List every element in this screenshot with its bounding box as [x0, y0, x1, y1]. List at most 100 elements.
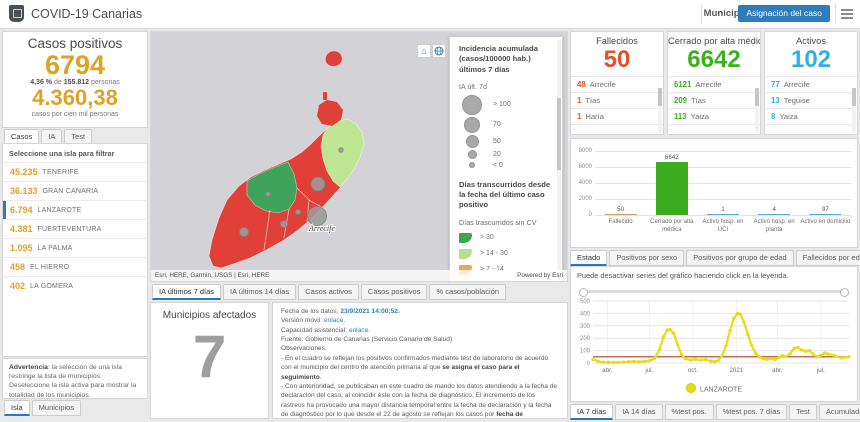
island-list-item[interactable]: 45.235 TENERIFE: [3, 162, 147, 181]
status-card-list[interactable]: 48 Arrecife 1 Tías 1 Haría: [571, 75, 663, 125]
slider-handle-right[interactable]: [840, 288, 849, 297]
tab-estado-1[interactable]: Positivos por sexo: [609, 250, 685, 266]
scrollbar-thumb[interactable]: [658, 88, 662, 106]
tab-estado-2[interactable]: Positivos por grupo de edad: [686, 250, 794, 266]
island-list-card: Seleccione una isla para filtrar 45.235 T…: [2, 143, 148, 357]
time-range-slider[interactable]: [579, 288, 849, 297]
affected-municipalities-card: Municipios afectados 7: [150, 302, 269, 419]
globe-icon: [434, 46, 444, 56]
note-line: Observaciones:: [281, 345, 327, 353]
island-list-item[interactable]: 402 LA GOMERA: [3, 276, 147, 295]
series-point: [807, 348, 812, 353]
status-list-row: 209 Tías: [668, 93, 760, 109]
estado-bar-chart-card: 0 2000 4000 6000 8000 50 Fallecido 6642 Cerrado …: [570, 138, 858, 248]
island-cases: 1.095: [10, 243, 33, 253]
legend-scrollbar[interactable]: [557, 40, 561, 281]
series-point: [769, 356, 773, 361]
tab-ia-0[interactable]: IA 7 días: [570, 404, 614, 420]
series-name: LANZAROTE: [699, 386, 742, 394]
island-list-item[interactable]: 458 EL HIERRO: [3, 257, 147, 276]
positive-cases-title: Casos positivos: [27, 36, 123, 51]
positive-cases-total: 6794: [44, 50, 106, 80]
series-point: [750, 343, 754, 348]
ia-line-chart-card: Puede desactivar series del gráfico haci…: [570, 266, 858, 402]
note-link[interactable]: enlace: [324, 317, 343, 324]
data-notes-card: Fecha de los datos: 23/9/2021 14:00:52. V…: [272, 302, 568, 419]
series-point: [839, 356, 844, 360]
island-list-item[interactable]: 6.794 LANZAROTE: [3, 200, 147, 219]
tab-ia-2[interactable]: %test pos.: [664, 404, 714, 420]
series-point: [616, 360, 621, 365]
status-card-list[interactable]: 6121 Arrecife 209 Tías 113 Yaiza: [668, 75, 760, 125]
row-value: 113: [674, 111, 687, 121]
affected-value: 7: [192, 323, 227, 390]
bar-gridline: [595, 199, 851, 200]
tab-map-3[interactable]: Casos positivos: [360, 284, 428, 300]
tab-ia-1[interactable]: IA 14 días: [615, 404, 663, 420]
tab-isla-1[interactable]: Municipios: [31, 400, 82, 416]
tab-ia-4[interactable]: Test: [789, 404, 817, 420]
series-point: [761, 357, 765, 361]
status-list-row: 1 Tías: [571, 93, 663, 109]
bar-0[interactable]: [604, 213, 637, 215]
series-point: [724, 343, 728, 348]
status-card: Activos 102 77 Arrecife 13 Teguise 8 Yaiza: [764, 31, 858, 135]
bar-gridline: [595, 183, 851, 184]
tab-estado-3[interactable]: Fallecidos por edad y sexo: [795, 250, 860, 266]
line-ytick-label: 0: [587, 361, 591, 367]
tab-map-4[interactable]: % casos/población: [429, 284, 506, 300]
island-filter-hint: Seleccione una isla para filtrar: [9, 149, 115, 158]
line-xtick-label: abr.: [602, 367, 613, 374]
tab-map-1[interactable]: IA últimos 14 días: [223, 284, 297, 300]
tab-ia-3[interactable]: %test pos. 7 días: [715, 404, 788, 420]
basemap-button[interactable]: [432, 44, 446, 58]
app-title: COVID-19 Canarias: [31, 7, 143, 21]
ia-line-chart: 0 100 200 300 400 500 abr. jul. oct. 2021 abr. jul.: [580, 299, 851, 374]
tab-ia-5[interactable]: Acumulado: [818, 404, 860, 420]
series-point: [709, 359, 713, 363]
card-scrollbar[interactable]: [755, 88, 759, 132]
series-point: [652, 356, 657, 361]
series-point: [622, 360, 626, 364]
island-list-item[interactable]: 4.381 FUERTEVENTURA: [3, 219, 147, 238]
island-list-item[interactable]: 1.095 LA PALMA: [3, 238, 147, 257]
map-panel[interactable]: Arrecife ⌂ Incidencia acumulada (casos/1…: [150, 31, 568, 282]
scrollbar-thumb[interactable]: [755, 88, 759, 106]
bar-gridline: [595, 215, 851, 216]
assign-case-button[interactable]: Asignación del caso: [738, 5, 830, 22]
legend-circle: [465, 134, 479, 148]
series-point: [738, 312, 742, 316]
bar-2[interactable]: [707, 213, 739, 215]
note-line: Versión móvil: enlace.: [281, 317, 346, 325]
home-extent-button[interactable]: ⌂: [417, 44, 431, 58]
row-value: 13: [771, 95, 780, 105]
chart-legend[interactable]: LANZAROTE: [571, 383, 857, 394]
legend-class-label: > 14 - 30: [480, 250, 508, 257]
card-scrollbar[interactable]: [852, 88, 856, 132]
bar-3[interactable]: [758, 213, 791, 215]
slider-handle-left[interactable]: [579, 288, 588, 297]
tab-estado-0[interactable]: Estado: [570, 250, 608, 266]
affected-title: Municipios afectados: [162, 310, 257, 321]
series-point: [606, 360, 611, 365]
island-list-item[interactable]: 36.133 GRAN CANARIA: [3, 181, 147, 200]
tab-map-2[interactable]: Casos activos: [298, 284, 359, 300]
bar-4[interactable]: [809, 213, 842, 215]
card-scrollbar[interactable]: [658, 88, 662, 132]
status-card-list[interactable]: 77 Arrecife 13 Teguise 8 Yaiza: [765, 75, 857, 125]
scrollbar-thumb[interactable]: [852, 88, 856, 106]
menu-icon[interactable]: [841, 9, 853, 21]
tab-isla-0[interactable]: Isla: [4, 400, 30, 416]
row-municipality: Arrecife: [589, 79, 616, 89]
tab-map-0[interactable]: IA últimos 7 días: [152, 284, 222, 300]
bar-1[interactable]: [655, 161, 688, 215]
island-cases: 458: [10, 262, 26, 272]
line-xtick-label: jul.: [644, 367, 653, 374]
map-islet-alegranza[interactable]: [325, 51, 342, 67]
legend-size-item: > 100: [459, 94, 556, 116]
map-islet-small[interactable]: [323, 92, 327, 100]
note-link[interactable]: enlace: [349, 327, 368, 334]
series-point: [792, 347, 796, 351]
row-value: 8: [771, 111, 776, 121]
series-point: [688, 358, 692, 362]
